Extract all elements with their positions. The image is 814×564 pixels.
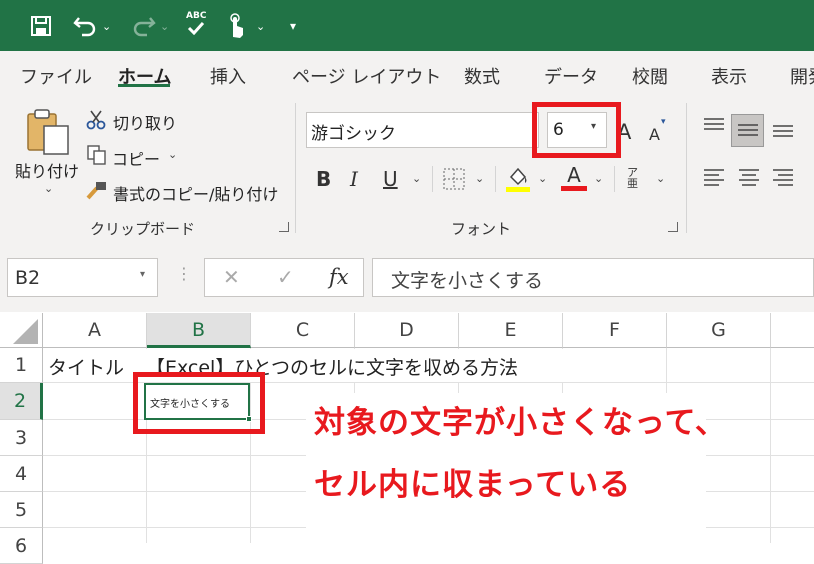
column-header-b[interactable]: B: [147, 313, 251, 348]
gridline: [770, 348, 771, 543]
font-launcher-icon[interactable]: [668, 222, 678, 232]
copy-dropdown-icon[interactable]: ⌄: [168, 148, 177, 161]
enter-icon[interactable]: ✓: [277, 265, 294, 289]
name-box[interactable]: B2 ▾: [7, 258, 158, 297]
row-header-4[interactable]: 4: [0, 456, 43, 492]
tab-view[interactable]: 表示: [711, 63, 747, 89]
name-box-dropdown-icon[interactable]: ▾: [140, 269, 145, 280]
bold-button[interactable]: B: [316, 167, 331, 191]
redo-icon: [130, 13, 156, 39]
shrink-font-arrow-icon: ▾: [661, 117, 666, 127]
column-header-d[interactable]: D: [355, 313, 459, 348]
row-header-3[interactable]: 3: [0, 420, 43, 456]
align-center-icon[interactable]: [738, 168, 760, 194]
column-header-f[interactable]: F: [563, 313, 667, 348]
font-name-select[interactable]: 游ゴシック: [306, 112, 539, 148]
align-bottom-icon[interactable]: [772, 124, 794, 144]
tab-developer[interactable]: 開発: [790, 63, 814, 89]
font-group-label: フォント: [451, 220, 512, 238]
cell-b2-highlight: [133, 372, 265, 434]
clipboard-launcher-icon[interactable]: [279, 222, 289, 232]
column-header-c[interactable]: C: [251, 313, 355, 348]
align-top-icon[interactable]: [703, 117, 725, 137]
cut-button[interactable]: 切り取り: [113, 110, 177, 134]
copy-button[interactable]: コピー: [112, 146, 160, 170]
redo-dropdown-icon: ⌄: [160, 19, 170, 33]
underline-dropdown-icon[interactable]: ⌄: [412, 172, 421, 185]
font-size-highlight: [532, 102, 621, 158]
format-painter-button[interactable]: 書式のコピー/貼り付け: [113, 181, 278, 205]
tab-file[interactable]: ファイル: [20, 63, 92, 89]
row-header-5[interactable]: 5: [0, 492, 43, 528]
column-header-a[interactable]: A: [43, 313, 147, 348]
tab-formulas[interactable]: 数式: [464, 63, 500, 89]
formula-bar-grip-icon: ⋮: [176, 264, 193, 283]
select-all-button[interactable]: [0, 313, 43, 348]
borders-dropdown-icon[interactable]: ⌄: [475, 172, 484, 185]
shrink-font-button[interactable]: A: [649, 125, 660, 144]
paste-icon[interactable]: [26, 108, 72, 160]
fill-color-dropdown-icon[interactable]: ⌄: [538, 172, 547, 185]
tab-review[interactable]: 校閲: [632, 63, 668, 89]
align-right-icon[interactable]: [772, 168, 794, 194]
customize-qat-icon[interactable]: ▾: [290, 13, 296, 39]
group-divider: [686, 103, 687, 233]
fill-color-icon[interactable]: [506, 165, 530, 197]
touch-mode-icon[interactable]: [226, 13, 246, 39]
active-tab-indicator: [118, 84, 170, 87]
formula-input[interactable]: 文字を小さくする: [372, 258, 814, 297]
cut-icon: [86, 110, 106, 134]
divider: [614, 166, 615, 192]
column-header-next[interactable]: [771, 313, 814, 348]
column-header-e[interactable]: E: [459, 313, 563, 348]
divider: [495, 166, 496, 192]
cell-a1[interactable]: タイトル: [48, 353, 124, 380]
row-header-1[interactable]: 1: [0, 348, 43, 383]
tab-insert[interactable]: 挿入: [210, 63, 246, 89]
borders-icon[interactable]: [443, 168, 465, 194]
undo-dropdown-icon[interactable]: ⌄: [102, 13, 111, 39]
spelling-icon[interactable]: ABC: [186, 11, 206, 37]
annotation-line-1: 対象の文字が小さくなって、: [314, 405, 727, 441]
save-icon[interactable]: [30, 13, 52, 39]
row-header-2[interactable]: 2: [0, 383, 43, 420]
copy-icon: [87, 145, 107, 169]
undo-icon[interactable]: [73, 13, 99, 39]
align-left-icon[interactable]: [703, 168, 725, 194]
phonetic-guide-button[interactable]: ア亜: [627, 167, 643, 189]
font-color-dropdown-icon[interactable]: ⌄: [594, 172, 603, 185]
underline-button[interactable]: U: [383, 167, 398, 191]
paste-dropdown-icon[interactable]: ⌄: [44, 182, 53, 195]
format-painter-icon: [86, 180, 108, 204]
annotation-line-2: セル内に収まっている: [314, 467, 632, 503]
tab-data[interactable]: データ: [544, 63, 598, 89]
clipboard-group-label: クリップボード: [90, 220, 196, 238]
ribbon-tabs: ファイル ホーム 挿入 ページ レイアウト 数式 データ 校閲 表示 開発: [0, 51, 814, 97]
phonetic-dropdown-icon[interactable]: ⌄: [656, 172, 665, 185]
paste-button[interactable]: 貼り付け: [15, 158, 79, 182]
cancel-icon[interactable]: ✕: [223, 265, 240, 289]
title-bar: ⌄ ⌄ ABC ⌄ ▾: [0, 0, 814, 51]
tab-page-layout[interactable]: ページ レイアウト: [292, 63, 441, 89]
divider: [432, 166, 433, 192]
column-header-g[interactable]: G: [667, 313, 771, 348]
font-color-button[interactable]: A: [561, 163, 587, 191]
italic-button[interactable]: I: [350, 167, 358, 191]
insert-function-button[interactable]: fx: [329, 265, 349, 289]
formula-buttons: ✕ ✓ fx: [204, 258, 364, 297]
row-header-6[interactable]: 6: [0, 528, 43, 564]
group-divider: [295, 103, 296, 233]
align-middle-icon[interactable]: [731, 114, 764, 147]
touch-dropdown-icon[interactable]: ⌄: [256, 13, 265, 39]
